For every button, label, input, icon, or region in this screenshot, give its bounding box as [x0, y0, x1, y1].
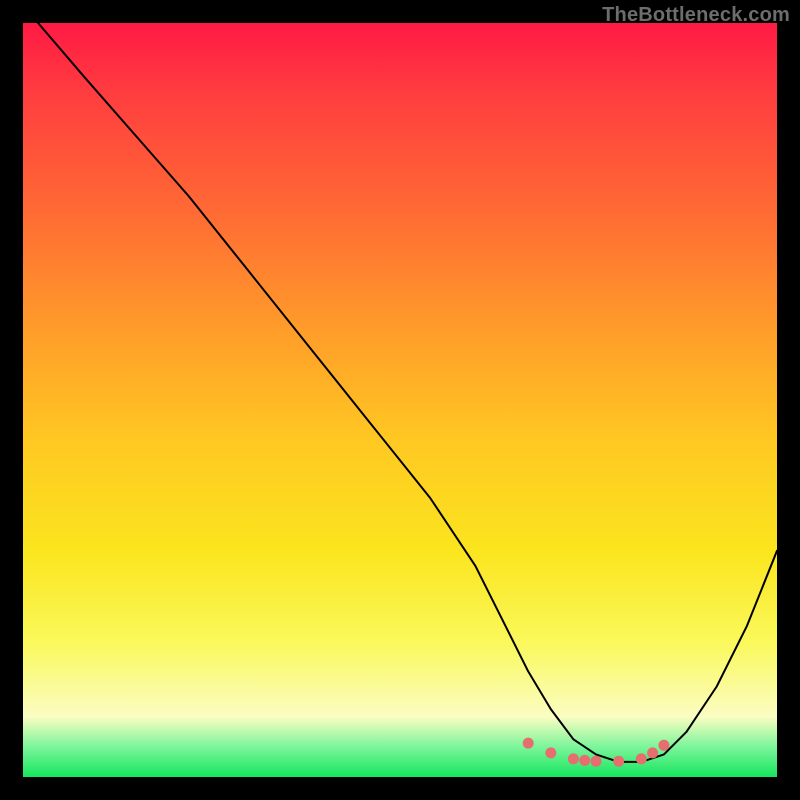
highlight-dot — [591, 756, 602, 767]
watermark-text: TheBottleneck.com — [602, 4, 790, 27]
highlight-dot — [523, 738, 534, 749]
highlight-dot — [658, 740, 669, 751]
curve-layer — [23, 23, 777, 777]
highlight-dot — [568, 753, 579, 764]
highlight-dot — [545, 747, 556, 758]
highlight-dot — [579, 755, 590, 766]
chart-frame: TheBottleneck.com — [0, 0, 800, 800]
highlight-dot — [636, 753, 647, 764]
bottleneck-curve — [38, 23, 777, 762]
highlight-dots — [523, 738, 670, 767]
highlight-dot — [613, 756, 624, 767]
highlight-dot — [647, 747, 658, 758]
plot-area — [23, 23, 777, 777]
